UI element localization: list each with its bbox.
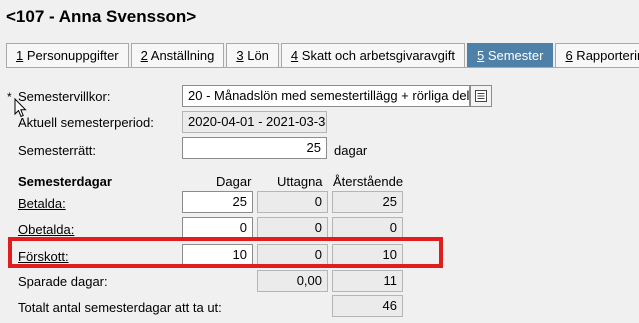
- tab-number: 6: [565, 48, 573, 63]
- betalda-uttagna-field: 0: [257, 191, 328, 213]
- period-field: 2020-04-01 - 2021-03-31: [182, 111, 327, 133]
- tab-semester[interactable]: 5 Semester: [466, 43, 554, 68]
- tab-label: Anställning: [147, 48, 215, 63]
- betalda-label: Betalda:: [18, 196, 66, 211]
- ratt-unit: dagar: [334, 143, 368, 158]
- obetalda-uttagna-field: 0: [257, 217, 328, 239]
- obetalda-dagar-input[interactable]: 0: [182, 217, 253, 239]
- totalt-field: 46: [332, 295, 403, 317]
- required-marker: *: [7, 90, 12, 104]
- list-picker-button[interactable]: [470, 85, 492, 107]
- obetalda-label: Obetalda:: [18, 222, 75, 237]
- sparade-label: Sparade dagar:: [18, 274, 108, 289]
- tab-label: Rapportering: [576, 48, 639, 63]
- obetalda-aterstaende-field: 0: [332, 217, 403, 239]
- sparade-uttagna-field: 0,00: [257, 270, 328, 292]
- tab-anstallning[interactable]: 2 Anställning: [130, 43, 225, 68]
- tab-label: Personuppgifter: [23, 48, 119, 63]
- period-label: Aktuell semesterperiod:: [18, 115, 154, 130]
- betalda-dagar-input[interactable]: 25: [182, 191, 253, 213]
- tab-divider: [6, 67, 639, 68]
- tab-number: 3: [236, 48, 244, 63]
- semestervillkor-label: Semestervillkor:: [18, 89, 111, 104]
- col-dagar-header: Dagar: [216, 174, 252, 189]
- highlight-box: [8, 237, 443, 268]
- tab-label: Skatt och arbetsgivaravgift: [298, 48, 455, 63]
- tab-bar: 1 Personuppgifter 2 Anställning 3 Lön 4 …: [6, 43, 639, 68]
- list-icon: [475, 90, 487, 102]
- tab-label: Semester: [484, 48, 544, 63]
- tab-rapportering[interactable]: 6 Rapportering: [555, 43, 639, 68]
- tab-lon[interactable]: 3 Lön: [226, 43, 279, 68]
- col-uttagna-header: Uttagna: [277, 174, 323, 189]
- tab-number: 2: [140, 48, 148, 63]
- tab-skatt[interactable]: 4 Skatt och arbetsgivaravgift: [280, 43, 465, 68]
- totalt-label: Totalt antal semesterdagar att ta ut:: [18, 300, 222, 315]
- tab-personuppgifter[interactable]: 1 Personuppgifter: [6, 43, 129, 68]
- col-aterstaende-header: Återstående: [333, 174, 404, 189]
- semestervillkor-field[interactable]: 20 - Månadslön med semestertillägg + rör…: [182, 85, 470, 107]
- section-semesterdagar: Semesterdagar: [18, 174, 112, 189]
- page-title: <107 - Anna Svensson>: [6, 7, 197, 26]
- tab-label: Lön: [243, 48, 269, 63]
- sparade-aterstaende-field: 11: [332, 270, 403, 292]
- semesterratt-input[interactable]: 25: [182, 137, 327, 159]
- ratt-label: Semesterrätt:: [18, 143, 97, 158]
- betalda-aterstaende-field: 25: [332, 191, 403, 213]
